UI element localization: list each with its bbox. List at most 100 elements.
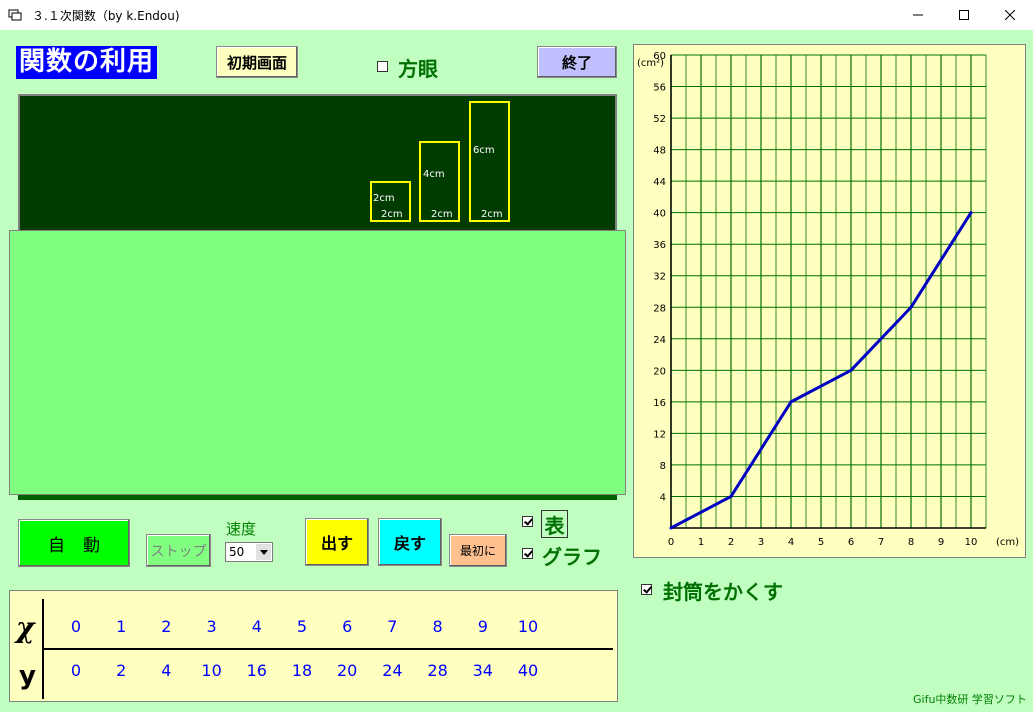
y-tick-label: 20 <box>653 366 666 377</box>
y-tick-label: 44 <box>653 177 666 188</box>
x-value-cell: 0 <box>70 617 82 636</box>
first-button[interactable]: 最初に <box>449 534 507 567</box>
x-value-cell: 9 <box>477 617 488 636</box>
y-tick-label: 36 <box>653 240 666 251</box>
hide-envelope-checkbox[interactable] <box>641 584 652 595</box>
speed-value: 50 <box>229 545 245 559</box>
grid-checkbox-label: 方眼 <box>398 57 438 81</box>
y-tick-label: 4 <box>660 492 666 503</box>
x-tick-label: 7 <box>878 537 884 548</box>
rectangle-side-label: 4cm <box>423 169 445 180</box>
x-tick-label: 9 <box>938 537 944 548</box>
x-tick-label: 8 <box>908 537 914 548</box>
maximize-icon <box>959 10 969 20</box>
y-tick-label: 8 <box>660 461 666 472</box>
x-tick-label: 1 <box>698 537 704 548</box>
line-chart: 0 1 2 3 4 5 6 7 8 9 104812162024283236404448525660… <box>637 51 1019 548</box>
y-tick-label: 56 <box>653 83 666 94</box>
y-value-cell: 2 <box>116 661 127 680</box>
exit-button[interactable]: 終了 <box>537 46 617 78</box>
rectangle-bottom-label: 2cm <box>481 209 503 220</box>
x-value-cell: 5 <box>296 617 308 636</box>
x-value-cell: 1 <box>116 617 127 636</box>
dropdown-arrow[interactable] <box>256 544 271 560</box>
data-point <box>729 494 733 498</box>
y-tick-label: 32 <box>653 272 666 283</box>
x-value-cell: 10 <box>517 617 539 636</box>
value-table: χ y 0 1 2 3 4 5 6 7 8 9 10 0 2 4 10 16 18 20 24 28 34 40 <box>9 590 618 702</box>
x-value-cell: 7 <box>387 617 398 636</box>
x-tick-label: 5 <box>818 537 824 548</box>
hide-envelope-label: 封筒をかくす <box>663 580 783 604</box>
y-variable-label: y <box>19 661 36 691</box>
minimize-button[interactable] <box>895 0 941 30</box>
table-checkbox-label: 表 <box>541 510 568 538</box>
y-axis-label: (cm²) <box>637 58 664 69</box>
y-tick-label: 24 <box>653 335 666 346</box>
data-point <box>849 368 853 372</box>
out-button[interactable]: 出す <box>305 518 369 566</box>
table-axes <box>42 599 613 699</box>
x-tick-label: 0 <box>668 537 674 548</box>
app-title: 関数の利用 <box>16 46 158 79</box>
rectangle-side-label: 6cm <box>473 145 495 156</box>
data-point <box>969 211 973 215</box>
rectangle-bottom-label: 2cm <box>381 209 403 220</box>
footer-credit: Gifu中数研 学習ソフト <box>913 693 1027 706</box>
close-button[interactable] <box>987 0 1033 30</box>
x-value-cell: 2 <box>161 617 172 636</box>
data-point <box>789 400 793 404</box>
maximize-button[interactable] <box>941 0 987 30</box>
x-variable-label: χ <box>16 611 35 644</box>
y-value-cell: 40 <box>517 661 539 680</box>
y-value-cell: 20 <box>337 661 358 680</box>
close-icon <box>1005 10 1015 20</box>
stop-button[interactable]: ストップ <box>146 534 211 567</box>
y-value-cell: 28 <box>427 661 448 680</box>
y-value-cell: 24 <box>382 661 403 680</box>
y-tick-label: 28 <box>653 303 666 314</box>
x-tick-label: 6 <box>848 537 854 548</box>
x-value-cell: 6 <box>342 617 353 636</box>
y-tick-label: 16 <box>653 398 666 409</box>
speed-label: 速度 <box>226 520 257 538</box>
rectangle-bottom-label: 2cm <box>431 209 453 220</box>
x-value-cell: 8 <box>432 617 443 636</box>
envelope-area <box>9 230 626 495</box>
rectangle-shape <box>469 101 510 222</box>
y-tick-label: 40 <box>653 209 666 220</box>
y-value-cell: 16 <box>246 661 267 680</box>
window-title: ３.１次関数（by k.Endou) <box>32 9 180 23</box>
data-point <box>669 526 673 530</box>
scene-dark-area: 2cm 2cm 4cm 2cm 6cm 2cm <box>18 94 617 232</box>
x-tick-label: 3 <box>758 537 764 548</box>
y-value-cell: 34 <box>472 661 493 680</box>
window-titlebar: ３.１次関数（by k.Endou) <box>0 0 1033 30</box>
x-value-cell: 4 <box>251 617 262 636</box>
back-button[interactable]: 戻す <box>378 518 442 566</box>
y-value-cell: 10 <box>201 661 222 680</box>
graph-checkbox-label: グラフ <box>542 545 602 569</box>
y-value-cell: 4 <box>161 661 172 680</box>
x-tick-label: 2 <box>728 537 734 548</box>
init-screen-button[interactable]: 初期画面 <box>216 46 298 78</box>
y-tick-label: 52 <box>653 114 666 125</box>
x-axis-label: (cm) <box>996 537 1019 548</box>
graph-checkbox[interactable] <box>522 548 533 559</box>
chevron-down-icon <box>259 549 268 555</box>
y-tick-label: 12 <box>653 429 666 440</box>
y-value-cell: 0 <box>70 661 82 680</box>
data-point <box>909 305 913 309</box>
auto-button[interactable]: 自動 <box>18 519 130 567</box>
x-tick-label: 10 <box>965 537 978 548</box>
grid-checkbox[interactable] <box>377 61 388 72</box>
graph-panel: 0 1 2 3 4 5 6 7 8 9 10 4 8 12 16 20 24 28 32 36 40 44 48 52 56 60… <box>633 44 1026 558</box>
rectangle-side-label: 2cm <box>373 193 395 204</box>
minimize-icon <box>913 14 923 16</box>
app-icon <box>8 9 22 21</box>
speed-select[interactable]: 50 <box>225 542 273 562</box>
table-checkbox[interactable] <box>522 516 533 527</box>
x-tick-label: 4 <box>788 537 794 548</box>
y-tick-label: 48 <box>653 146 666 157</box>
x-value-cell: 3 <box>206 617 217 636</box>
